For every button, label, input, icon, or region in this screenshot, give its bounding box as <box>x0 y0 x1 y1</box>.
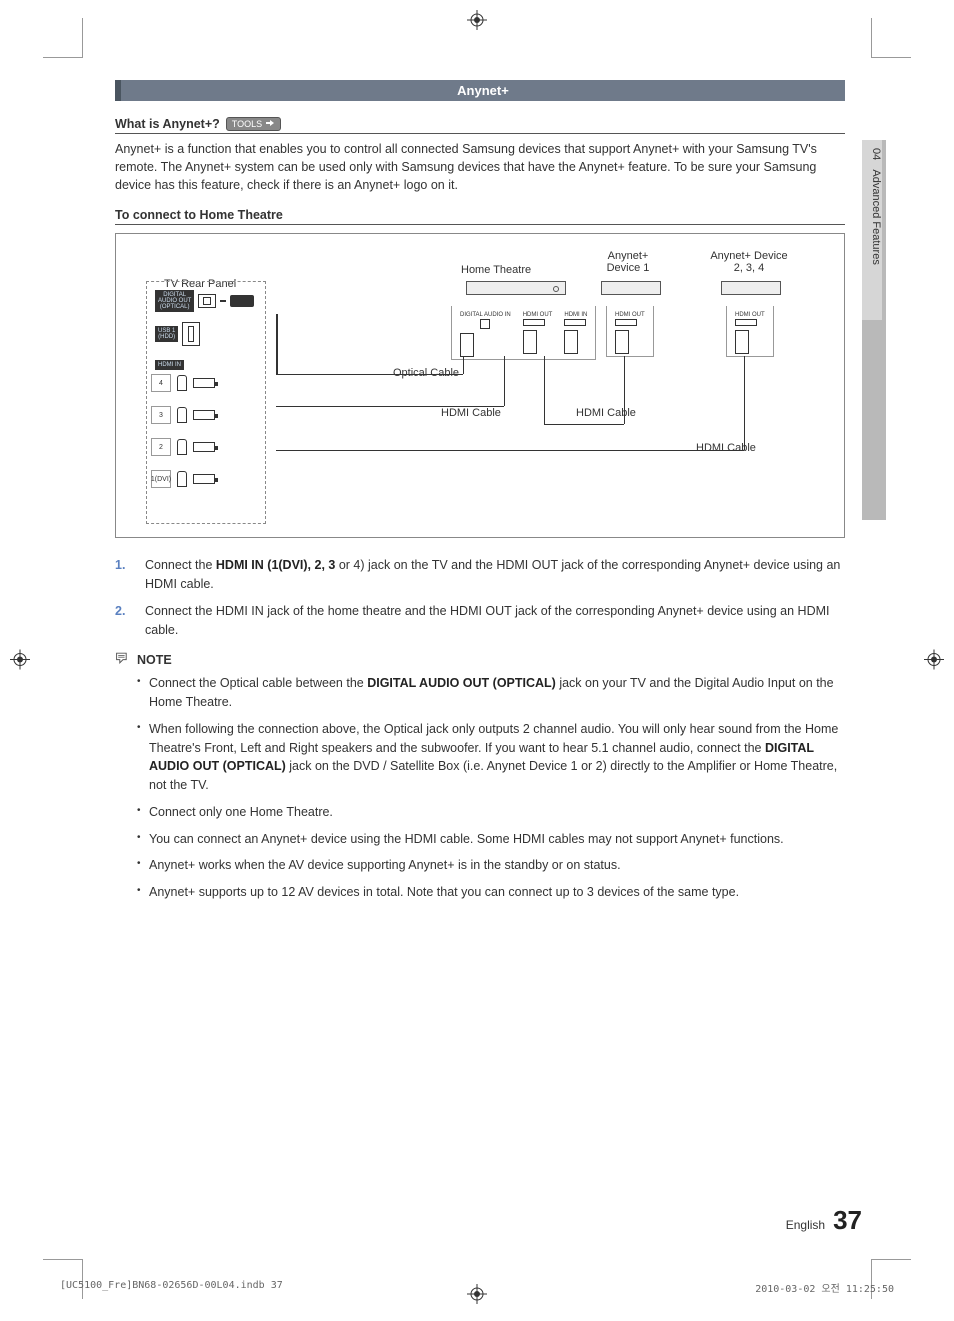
tools-badge: TOOLS <box>226 117 281 131</box>
steps-list: 1. Connect the HDMI IN (1(DVI), 2, 3 or … <box>115 556 845 639</box>
port-label: DIGITAL AUDIO IN <box>460 312 511 318</box>
crop-mark <box>43 18 83 58</box>
connection-diagram: Anynet+ Device 1 Anynet+ Device 2, 3, 4 … <box>115 233 845 538</box>
subheading-connect: To connect to Home Theatre <box>115 208 845 225</box>
anynet-device-1 <box>601 281 661 295</box>
step-number: 1. <box>115 556 133 594</box>
footer-language: English <box>786 1218 825 1232</box>
diagram-label-dev234: Anynet+ Device 2, 3, 4 <box>704 250 794 274</box>
note-heading: NOTE <box>115 651 845 668</box>
port-1dvi: 1(DVI) <box>151 470 171 488</box>
page-content: Anynet+ What is Anynet+? TOOLS Anynet+ i… <box>115 80 845 910</box>
registration-mark-icon <box>924 649 944 672</box>
print-footer: [UC5100_Fre]BN68-02656D-00L04.indb 37 20… <box>60 1280 894 1295</box>
step-2: 2. Connect the HDMI IN jack of the home … <box>115 602 845 640</box>
chapter-tab-label: 04 Advanced Features <box>862 140 882 320</box>
t: When following the connection above, the… <box>149 722 838 755</box>
port-label-hdmi-in: HDMI IN <box>155 360 184 370</box>
page-number: 37 <box>833 1205 862 1236</box>
port-label-digital-out: DIGITAL AUDIO OUT (OPTICAL) <box>155 290 194 312</box>
t: HDMI IN (1(DVI), 2, 3 <box>216 558 335 572</box>
port-label: HDMI OUT <box>523 312 553 318</box>
step-text: Connect the HDMI IN jack of the home the… <box>145 602 845 640</box>
chapter-number: 04 <box>870 148 882 160</box>
port-label: HDMI IN <box>564 312 587 318</box>
section-heading: Anynet+ <box>115 80 845 101</box>
t: DIGITAL AUDIO OUT (OPTICAL) <box>367 676 556 690</box>
t: Connect the Optical cable between the <box>149 676 367 690</box>
diagram-label-hdmi2: HDMI Cable <box>576 407 636 419</box>
subheading-what-is-anynet: What is Anynet+? TOOLS <box>115 117 845 134</box>
diagram-label-hdmi1: HDMI Cable <box>441 407 501 419</box>
anynet-device-234 <box>721 281 781 295</box>
print-file: [UC5100_Fre]BN68-02656D-00L04.indb 37 <box>60 1280 283 1295</box>
port-label-usb: USB 1 (HDD) <box>155 326 178 342</box>
note-item: Connect only one Home Theatre. <box>115 803 845 822</box>
note-item: Connect the Optical cable between the DI… <box>115 674 845 712</box>
step-number: 2. <box>115 602 133 640</box>
note-title: NOTE <box>137 653 172 667</box>
note-item: When following the connection above, the… <box>115 720 845 795</box>
tv-rear-panel: DIGITAL AUDIO OUT (OPTICAL) USB 1 (HDD) … <box>146 281 266 524</box>
diagram-label-hdmi3: HDMI Cable <box>696 442 756 454</box>
page-footer: English 37 <box>786 1205 862 1236</box>
print-timestamp: 2010-03-02 오전 11:25:50 <box>755 1280 894 1295</box>
note-item: Anynet+ supports up to 12 AV devices in … <box>115 883 845 902</box>
device1-ports: HDMI OUT <box>606 306 654 357</box>
note-icon <box>115 651 131 668</box>
diagram-label-optical: Optical Cable <box>393 367 459 379</box>
tools-icon <box>265 119 275 129</box>
device234-ports: HDMI OUT <box>726 306 774 357</box>
home-theatre-device <box>466 281 566 295</box>
diagram-label-dev1: Anynet+ Device 1 <box>598 250 658 274</box>
intro-paragraph: Anynet+ is a function that enables you t… <box>115 140 845 194</box>
registration-mark-icon <box>467 10 487 33</box>
port-label: HDMI OUT <box>735 312 765 318</box>
crop-mark <box>871 18 911 58</box>
subheading-text: What is Anynet+? <box>115 117 220 131</box>
port-label: HDMI OUT <box>615 312 645 318</box>
t: Connect the <box>145 558 216 572</box>
diagram-label-home-theatre: Home Theatre <box>461 264 531 276</box>
step-text: Connect the HDMI IN (1(DVI), 2, 3 or 4) … <box>145 556 845 594</box>
home-theatre-ports: DIGITAL AUDIO IN HDMI OUT HDMI IN <box>451 306 596 360</box>
notes-list: Connect the Optical cable between the DI… <box>115 674 845 902</box>
chapter-title: Advanced Features <box>870 169 882 264</box>
step-1: 1. Connect the HDMI IN (1(DVI), 2, 3 or … <box>115 556 845 594</box>
note-item: Anynet+ works when the AV device support… <box>115 856 845 875</box>
chapter-tab: 04 Advanced Features <box>862 140 886 520</box>
tools-label: TOOLS <box>232 119 262 129</box>
note-item: You can connect an Anynet+ device using … <box>115 830 845 849</box>
registration-mark-icon <box>10 649 30 672</box>
